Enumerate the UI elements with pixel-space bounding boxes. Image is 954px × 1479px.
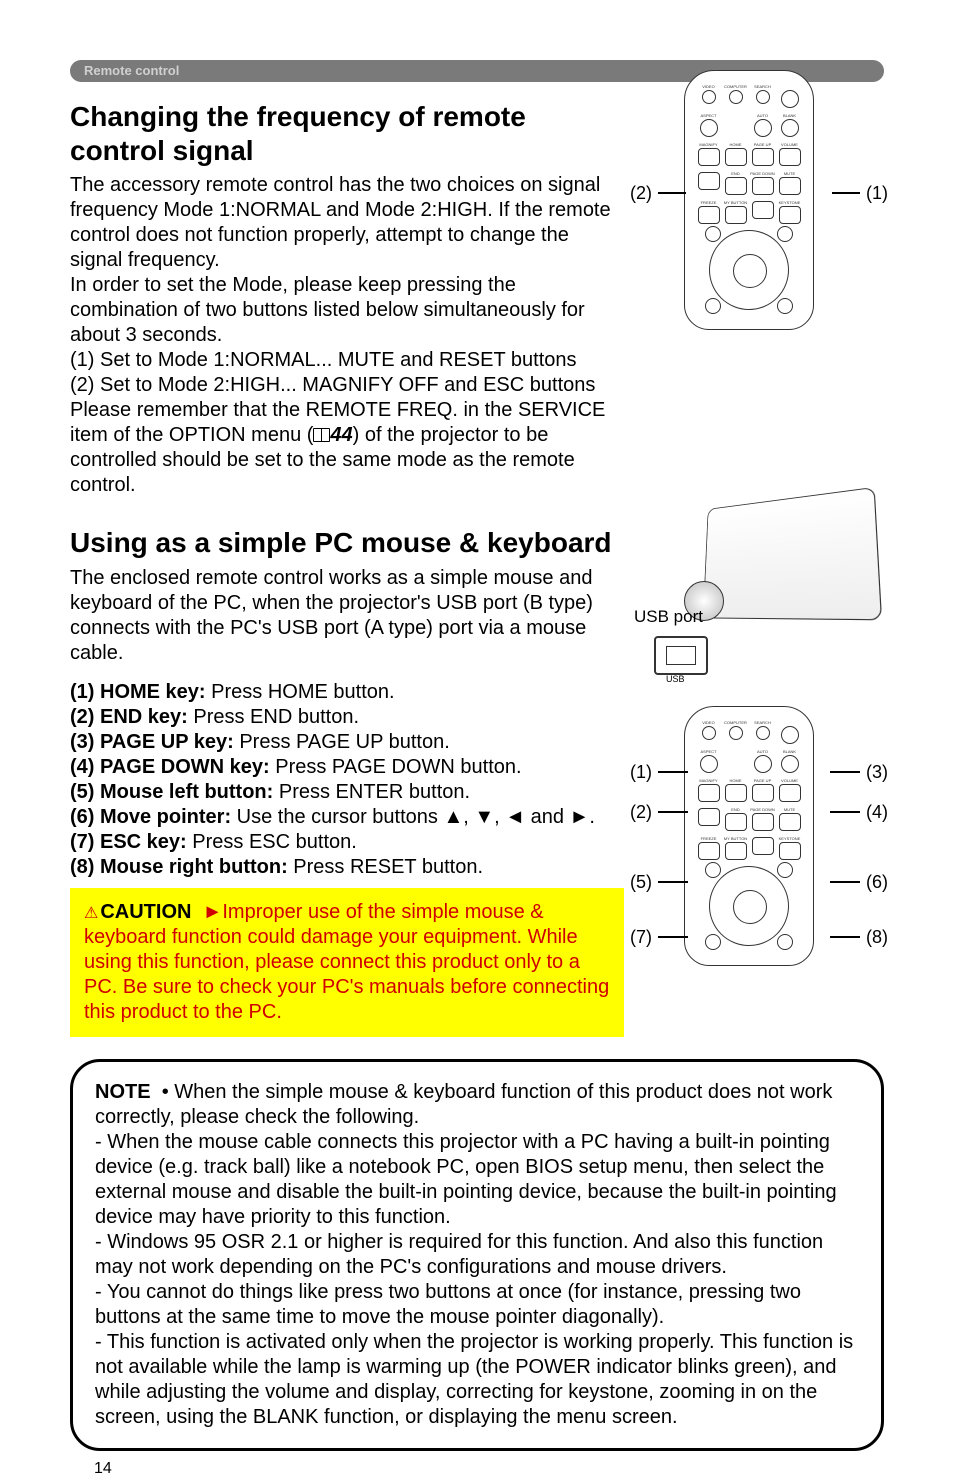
line-mode2: (2) Set to Mode 2:HIGH... MAGNIFY OFF an… <box>70 373 624 398</box>
remote-figure-2: VIDEOCOMPUTERSEARCH ASPECT AUTOBLANK MAG… <box>634 706 884 986</box>
annot-2: (2) <box>630 182 652 205</box>
annot-1: (1) <box>866 182 888 205</box>
annot2-2: (2) <box>630 801 652 824</box>
usb-text: USB <box>666 674 685 685</box>
para-freq-intro: The accessory remote control has the two… <box>70 173 624 273</box>
para-freq-setmode: In order to set the Mode, please keep pr… <box>70 273 624 348</box>
manual-page: Remote control Changing the frequency of… <box>0 0 954 1349</box>
heading-changing-frequency: Changing the frequency of remote control… <box>70 100 624 167</box>
projector-figure: USB port USB <box>634 496 874 686</box>
annot2-4: (4) <box>866 801 888 824</box>
annot2-7: (7) <box>630 926 652 949</box>
para-mouse-intro: The enclosed remote control works as a s… <box>70 566 624 666</box>
warning-icon <box>84 901 100 923</box>
usb-port-icon <box>654 636 708 675</box>
section-bar-title: Remote control <box>84 63 179 78</box>
caution-label: CAUTION <box>100 901 191 923</box>
caution-box: CAUTION ►Improper use of the simple mous… <box>70 888 624 1037</box>
annot2-8: (8) <box>866 926 888 949</box>
para-freq-reminder: Please remember that the REMOTE FREQ. in… <box>70 398 624 498</box>
mouse-key-list: (1) HOME key: Press HOME button. (2) END… <box>70 680 624 880</box>
remote-figure-1: VIDEOCOMPUTERSEARCH ASPECT AUTOBLANK MAG… <box>634 70 884 340</box>
annot2-3: (3) <box>866 761 888 784</box>
note-b4: - This function is activated only when t… <box>95 1330 859 1430</box>
annot2-6: (6) <box>866 871 888 894</box>
heading-pc-mouse: Using as a simple PC mouse & keyboard <box>70 526 624 560</box>
section-changing-frequency: Changing the frequency of remote control… <box>70 90 884 498</box>
manual-ref-icon <box>313 428 330 442</box>
usb-port-label: USB port <box>634 606 703 627</box>
remote-outline: VIDEOCOMPUTERSEARCH ASPECT AUTOBLANK MAG… <box>684 70 814 330</box>
line-mode1: (1) Set to Mode 1:NORMAL... MUTE and RES… <box>70 348 624 373</box>
note-b2: - Windows 95 OSR 2.1 or higher is requir… <box>95 1230 859 1280</box>
section-pc-mouse: Using as a simple PC mouse & keyboard Th… <box>70 516 884 1037</box>
note-b1: - When the mouse cable connects this pro… <box>95 1130 859 1230</box>
page-number: 14 <box>70 1459 884 1479</box>
annot2-1: (1) <box>630 761 652 784</box>
annot2-5: (5) <box>630 871 652 894</box>
note-label: NOTE <box>95 1081 151 1103</box>
note-box: NOTE • When the simple mouse & keyboard … <box>70 1059 884 1451</box>
note-intro: • When the simple mouse & keyboard funct… <box>95 1081 832 1128</box>
note-b3: - You cannot do things like press two bu… <box>95 1280 859 1330</box>
remote-outline-2: VIDEOCOMPUTERSEARCH ASPECT AUTOBLANK MAG… <box>684 706 814 966</box>
projector-body <box>703 487 882 621</box>
